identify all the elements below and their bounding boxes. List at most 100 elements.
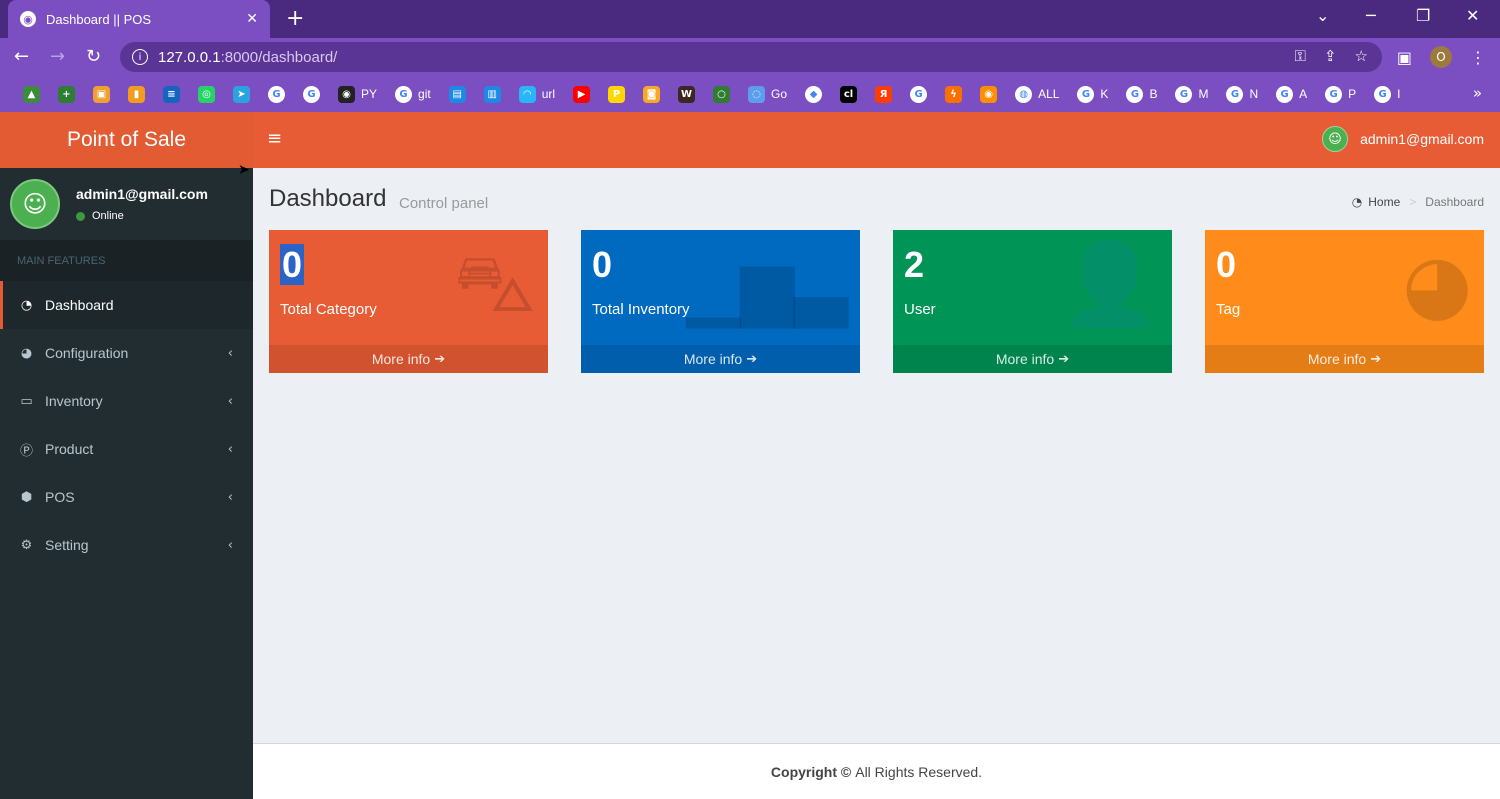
bookmark-item[interactable]: GP [1316,76,1365,112]
app-logo[interactable]: Point of Sale [0,112,253,168]
menu-header: MAIN FEATURES [0,240,253,281]
close-window-button[interactable]: ✕ [1466,6,1479,25]
bookmark-item[interactable]: ➤ [224,76,259,112]
bookmark-item[interactable]: ◉ [971,76,1006,112]
breadcrumb-current: Dashboard [1425,195,1484,209]
bookmark-item[interactable]: ≡ [154,76,189,112]
bookmark-item[interactable]: GB [1117,76,1166,112]
bookmark-item[interactable]: GK [1068,76,1117,112]
tab-search-icon[interactable]: ⌄ [1316,6,1329,25]
bookmark-label: I [1397,87,1401,101]
sidebar-item-label: Product [45,441,94,457]
google-icon: G [1374,85,1392,103]
page-subtitle: Control panel [399,195,489,212]
more-info-link[interactable]: More info ➔ [269,345,548,373]
bookmark-item[interactable]: ▶ [564,76,599,112]
bookmark-item[interactable]: ▥ [475,76,510,112]
bookmark-item[interactable]: ○ [704,76,739,112]
sidebar-item-pos[interactable]: ⬢ POS ‹ [0,473,253,521]
bookmark-item[interactable]: G [294,76,329,112]
user-add-icon: 👤 [1060,237,1160,330]
bookmark-item[interactable]: GI [1365,76,1409,112]
chevron-left-icon: ‹ [227,537,233,553]
address-bar[interactable]: i 127.0.0.1:8000/dashboard/ ⚿ ⇪ ☆ [120,42,1382,72]
bar-chart-icon: ▁▆▃ [686,246,849,328]
bookmark-item[interactable]: ◉ PY [329,76,386,112]
minimize-button[interactable]: ─ [1366,6,1376,25]
browser-tab[interactable]: ◉ Dashboard || POS ✕ [8,0,270,38]
bookmark-item[interactable]: Я [866,76,901,112]
restore-button[interactable]: ❐ [1416,6,1430,25]
bookmark-item[interactable]: ◎ [189,76,224,112]
bookmark-item[interactable]: ▤ [440,76,475,112]
bookmark-item[interactable]: G [901,76,936,112]
sidebar-item-configuration[interactable]: ◕ Configuration ‹ [0,329,253,377]
bookmark-item[interactable]: W [669,76,704,112]
bookmark-item[interactable]: GA [1267,76,1316,112]
bookmark-item[interactable]: ◠ url [510,76,564,112]
bookmark-label: git [418,87,431,101]
close-tab-icon[interactable]: ✕ [246,11,258,27]
bookmark-item[interactable]: + [49,76,84,112]
sidebar-item-inventory[interactable]: ▭ Inventory ‹ [0,377,253,425]
site-info-icon[interactable]: i [132,49,148,65]
breadcrumb-home[interactable]: Home [1368,195,1400,209]
bookmark-item[interactable]: ▮ [119,76,154,112]
key-icon[interactable]: ⚿ [1295,47,1306,65]
more-info-link[interactable]: More info ➔ [581,345,860,373]
telegram-icon: ➤ [233,85,250,103]
bookmark-item[interactable]: ▣ [84,76,119,112]
page-title: Dashboard [269,185,387,212]
sidebar-item-label: Setting [45,537,89,553]
google-icon: G [1325,85,1343,103]
side-panel-icon[interactable]: ▣ [1397,48,1412,67]
cl-icon: cl [840,85,858,103]
reload-button[interactable]: ↻ [86,46,101,67]
breadcrumb: ◔ Home > Dashboard [1352,195,1484,209]
plus-icon: + [58,85,75,103]
new-tab-button[interactable]: + [286,6,304,31]
shopping-bag-icon: ⛍ [453,237,536,330]
more-info-link[interactable]: More info ➔ [1205,345,1484,373]
laptop-icon: ▭ [20,393,33,409]
bookmark-item[interactable]: GM [1166,76,1217,112]
google-icon: G [1276,85,1294,103]
chevron-left-icon: ‹ [227,393,233,409]
bookmark-item[interactable]: cl [831,76,866,112]
bookmark-item[interactable]: G [259,76,294,112]
pie-chart-icon: ◕ [1402,237,1472,330]
top-user-menu[interactable]: ☺ admin1@gmail.com [1322,126,1484,152]
google-icon: G [1226,85,1244,103]
sidebar-item-setting[interactable]: ⚙ Setting ‹ [0,521,253,569]
sidebar-item-product[interactable]: Ⓟ Product ‹ [0,425,253,473]
stat-count: 0 [280,244,305,285]
forward-button[interactable]: → [50,46,65,67]
top-navbar: ≡ ☺ admin1@gmail.com [253,112,1500,168]
sidebar-item-label: Dashboard [45,297,114,313]
stat-label: User [904,301,936,318]
bookmark-item[interactable]: ◆ [796,76,831,112]
bookmark-item[interactable]: GN [1217,76,1267,112]
image-icon: ▤ [448,85,466,103]
bookmark-label: A [1299,87,1308,101]
menu-kebab-icon[interactable]: ⋮ [1470,48,1486,67]
bookmark-item[interactable]: ◍ ALL [1006,76,1068,112]
share-icon[interactable]: ⇪ [1324,47,1337,65]
profile-avatar[interactable]: O [1430,46,1452,68]
bookmark-item[interactable]: P [599,76,634,112]
sidebar-item-dashboard[interactable]: ◔ Dashboard [0,281,253,329]
bookmark-item[interactable]: ◙ [634,76,669,112]
back-button[interactable]: ← [14,46,29,67]
star-icon[interactable]: ☆ [1355,47,1368,65]
bookmark-item[interactable]: Ggit [386,76,440,112]
more-bookmarks-icon[interactable]: » [1473,84,1482,102]
sidebar-toggle-icon[interactable]: ≡ [267,128,282,149]
bookmark-item[interactable]: ▲ [14,76,49,112]
chevron-left-icon: ‹ [227,441,233,457]
more-info-link[interactable]: More info ➔ [893,345,1172,373]
bookmark-item[interactable]: ◌ Go [739,76,796,112]
bookmark-label: M [1198,87,1209,101]
bookmark-item[interactable]: ϟ [936,76,971,112]
product-p-icon: Ⓟ [19,443,33,459]
ieee-icon: ≡ [163,85,180,103]
